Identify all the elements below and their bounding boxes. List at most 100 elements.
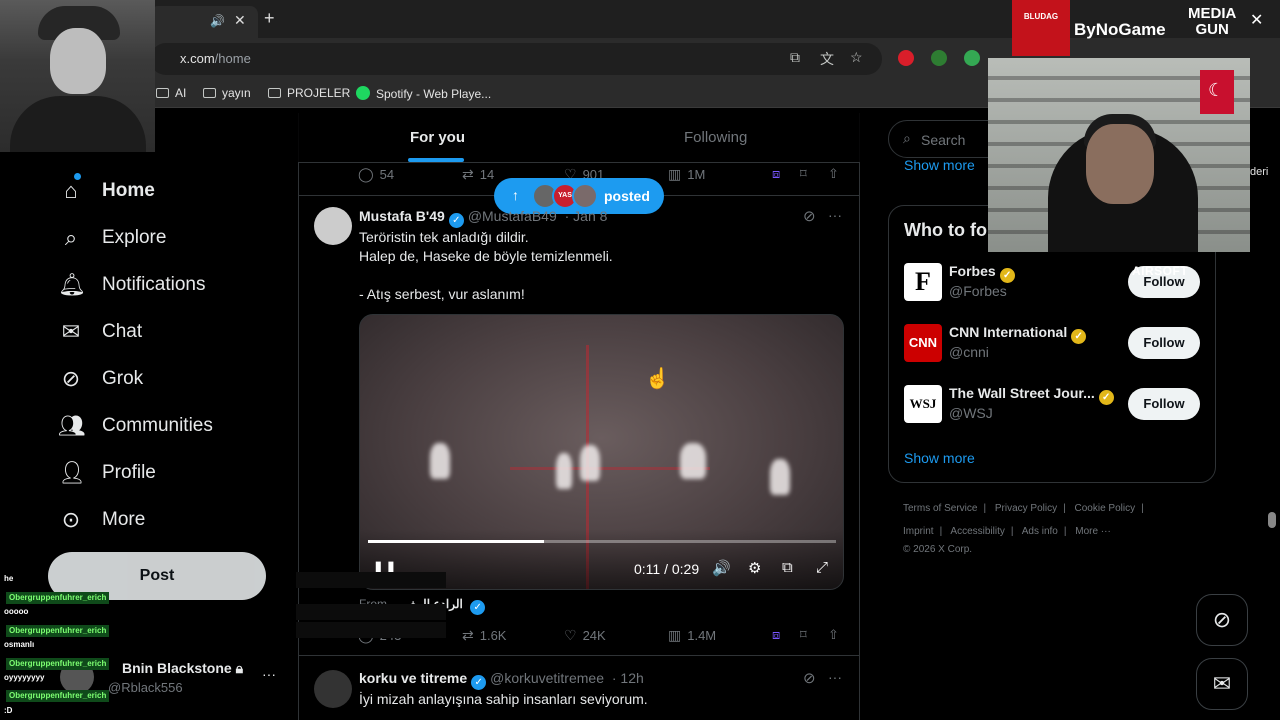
nav-home[interactable]: ⌂ Home <box>58 173 154 209</box>
chat-band <box>296 622 446 638</box>
nav-label: Chat <box>102 321 143 342</box>
like-button[interactable]: ♡ 24K <box>564 627 606 644</box>
show-more-link[interactable]: Show more <box>904 450 975 466</box>
bookmark-icon[interactable]: ⌑ <box>800 627 807 643</box>
author-name[interactable]: korku ve titreme <box>359 670 467 686</box>
footer-link[interactable]: Terms of Service <box>903 503 977 514</box>
footer-link[interactable]: Privacy Policy <box>995 503 1057 514</box>
bookmark-overflow[interactable]: deri <box>1250 166 1268 178</box>
share-icon[interactable]: ⇧ <box>828 166 839 182</box>
translate-icon[interactable]: 文 <box>820 49 834 69</box>
footer-link[interactable]: Accessibility <box>950 526 1004 537</box>
bookmark-ai[interactable]: AI <box>156 86 186 100</box>
video-figure <box>580 445 600 481</box>
speaker-icon[interactable]: 🔊 <box>210 14 225 28</box>
repost-button[interactable]: ⇄ 1.6K <box>462 627 506 644</box>
scrollbar-thumb[interactable] <box>1268 512 1276 528</box>
window-close-icon[interactable]: ✕ <box>1250 10 1263 30</box>
avatar[interactable] <box>314 207 352 245</box>
footer-link[interactable]: Cookie Policy <box>1075 503 1136 514</box>
grok-icon[interactable]: ⊘ <box>803 669 816 687</box>
tweet-text-line: İyi mizah anlayışına sahip insanları sev… <box>359 691 648 707</box>
grok-fab[interactable]: ⊘ <box>1196 594 1248 646</box>
new-tab-button[interactable]: + <box>264 8 275 29</box>
tab-for-you[interactable]: For you <box>410 129 465 146</box>
grok-bookmark-icon[interactable]: ⧈ <box>772 166 780 182</box>
extension-icon[interactable] <box>898 50 914 66</box>
grok-bookmark-icon[interactable]: ⧈ <box>772 627 780 643</box>
tab-following[interactable]: Following <box>684 129 747 146</box>
footer-separator: | <box>939 526 943 537</box>
video-progress-bar[interactable] <box>368 540 836 543</box>
reply-button[interactable]: ◯ 54 <box>358 166 394 183</box>
tweet-time[interactable]: · 12h <box>612 670 644 686</box>
star-icon[interactable]: ☆ <box>850 49 863 66</box>
suggestion-handle: @cnni <box>949 344 989 360</box>
author-handle[interactable]: @MustafaB49 <box>468 208 557 224</box>
extension-icon[interactable] <box>931 50 947 66</box>
footer-separator: | <box>1063 503 1066 514</box>
airsoft-label: AIRSOFT <box>1132 264 1189 278</box>
video-player[interactable]: ❚❚ 0:11 / 0:29 🔊 ⚙ ⧉ ⤢ <box>359 314 844 590</box>
footer-link[interactable]: More ··· <box>1075 526 1111 537</box>
reply-icon: ◯ <box>358 166 374 182</box>
nav-label: Profile <box>102 462 156 483</box>
repost-icon: ⇄ <box>462 627 474 643</box>
nav-explore[interactable]: ⌕ Explore <box>58 220 167 256</box>
show-more-link[interactable]: Show more <box>904 157 975 173</box>
follow-button[interactable]: Follow <box>1128 388 1200 420</box>
footer-link[interactable]: Ads info <box>1022 526 1058 537</box>
folder-icon <box>203 88 216 98</box>
bookmark-icon[interactable]: ⌑ <box>800 166 807 182</box>
bookmark-yayin[interactable]: yayın <box>203 86 251 100</box>
messages-fab[interactable]: ✉ <box>1196 658 1248 710</box>
arrow-up-icon: ↑ <box>512 187 519 203</box>
nav-communities[interactable]: 👥︎ Communities <box>58 408 213 444</box>
footer-link[interactable]: Imprint <box>903 526 934 537</box>
url-text[interactable]: x.com/home <box>180 51 251 66</box>
cnn-logo: CNN <box>904 324 942 362</box>
chat-username: Obergruppenfuhrer_erich <box>6 690 110 702</box>
bookmark-projeler[interactable]: PROJELER <box>268 86 350 100</box>
tweet-time[interactable]: · Jan 8 <box>565 208 608 224</box>
nav-notifications[interactable]: 🔔︎ Notifications <box>58 267 206 303</box>
verified-icon: ✓ <box>471 675 487 690</box>
volume-icon[interactable]: 🔊 <box>712 559 731 577</box>
settings-icon[interactable]: ⚙ <box>748 559 761 577</box>
share-icon[interactable]: ⇧ <box>828 627 839 643</box>
suggestion-wsj[interactable]: WSJ The Wall Street Jour... ✓ @WSJ Follow <box>904 385 1204 429</box>
more-icon[interactable]: ··· <box>828 669 842 685</box>
grok-icon[interactable]: ⊘ <box>803 207 816 225</box>
fullscreen-icon[interactable]: ⤢ <box>816 559 828 576</box>
footer-separator: | <box>1141 503 1144 514</box>
divider <box>298 655 860 656</box>
nav-profile[interactable]: 👤︎ Profile <box>58 455 156 491</box>
folder-icon <box>156 88 169 98</box>
suggestion-cnn[interactable]: CNN CNN International ✓ @cnni Follow <box>904 324 1204 368</box>
author-name[interactable]: Mustafa B'49 <box>359 208 445 224</box>
more-icon[interactable]: ··· <box>828 207 842 223</box>
nav-more[interactable]: ⊙ More <box>58 502 146 538</box>
follow-button[interactable]: Follow <box>1128 327 1200 359</box>
nav-grok[interactable]: ⊘ Grok <box>58 361 143 397</box>
address-bar[interactable]: x.com/home ⧉ 文 ☆ <box>150 43 882 75</box>
author-handle[interactable]: @korkuvetitremee <box>490 670 604 686</box>
chat-message: he <box>4 574 14 583</box>
mail-icon: ✉ <box>61 319 81 344</box>
bookmark-spotify[interactable]: Spotify - Web Playe... <box>356 86 491 101</box>
close-tab-icon[interactable]: ✕ <box>234 12 246 29</box>
nav-chat[interactable]: ✉ Chat <box>58 314 142 350</box>
video-figure <box>770 459 790 495</box>
views-button[interactable]: ▥ 1M <box>668 166 705 183</box>
mouse-cursor-icon: ☝ <box>645 368 670 390</box>
repost-button[interactable]: ⇄ 14 <box>462 166 494 183</box>
views-button[interactable]: ▥ 1.4M <box>668 627 716 644</box>
portrait-overlay <box>0 0 155 152</box>
avatar[interactable] <box>314 670 352 708</box>
extension-icon[interactable] <box>964 50 980 66</box>
verified-icon: ✓ <box>470 600 486 615</box>
tweet-text-line: Teröristin tek anladığı dildir. <box>359 229 529 245</box>
browser-tab[interactable]: 🔊 ✕ <box>150 6 258 38</box>
pip-icon[interactable]: ⧉ <box>782 559 793 576</box>
install-icon[interactable]: ⧉ <box>790 49 800 66</box>
